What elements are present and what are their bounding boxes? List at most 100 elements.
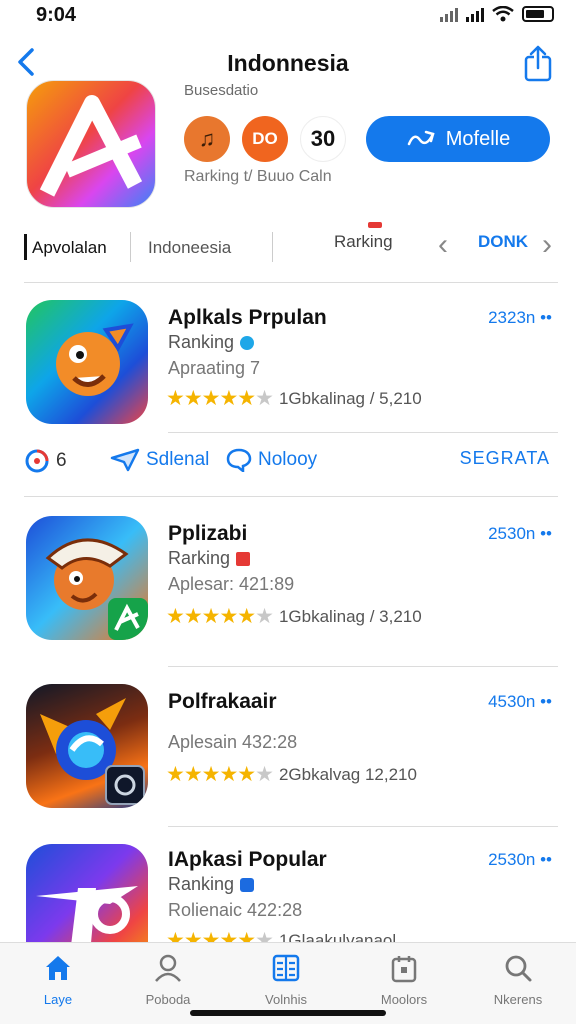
app-icon[interactable] (26, 300, 148, 424)
chat-bubble-icon (226, 448, 252, 472)
badge-icon (240, 877, 255, 892)
tab-ranking[interactable]: Rarking (334, 232, 393, 252)
signal-icon (440, 6, 458, 22)
rating-text: 1Gbkalinag / 5,210 (278, 388, 422, 408)
action-row: 6 Sdlenal Nolooy SEGRATA (0, 442, 576, 482)
home-indicator (190, 1010, 386, 1016)
app-name: Pplizabi (168, 522, 248, 545)
app-meta: Rolienaic 422:28 (168, 900, 303, 920)
app-category: Rarking (168, 548, 251, 569)
rating: ★★★★★★ 1Gbkalinag / 5,210 (166, 386, 422, 411)
app-icon[interactable] (26, 684, 148, 808)
tab-bar-label: Laye (43, 992, 73, 1007)
status-bar: 9:04 (0, 0, 576, 34)
discuss-label: Nolooy (258, 449, 318, 470)
rating-text: 2Gbkalvag 12,210 (278, 764, 417, 784)
divider (168, 432, 558, 433)
divider (168, 826, 558, 827)
star-rating-icon: ★★★★★★ (166, 605, 274, 628)
wifi-icon (492, 6, 514, 22)
app-name: Aplkals Prpulan (168, 306, 327, 329)
chevron-right-icon[interactable]: › (542, 228, 552, 262)
verified-icon (240, 335, 255, 350)
app-name: IApkasi Popular (168, 848, 327, 871)
app-icon[interactable] (26, 516, 148, 640)
status-icons (440, 6, 554, 22)
music-badge-icon[interactable]: ♫ (184, 116, 230, 162)
tab-apvolalan[interactable]: Apvolalan (32, 238, 107, 258)
star-rating-icon: ★★★★★★ (166, 929, 274, 942)
app-category-label: Ranking (168, 874, 235, 894)
tab-bar-item-moolors[interactable]: Moolors (354, 953, 454, 1007)
tab-bar-item-nkerens[interactable]: Nkerens (468, 953, 568, 1007)
app-category: Ranking (168, 332, 255, 353)
tab-bar-item-poboda[interactable]: Poboda (118, 953, 218, 1007)
battery-icon (522, 6, 554, 22)
primary-action-button[interactable]: Mofelle (366, 116, 550, 162)
divider (24, 496, 558, 497)
home-icon (46, 956, 70, 980)
primary-action-label: Mofelle (445, 127, 511, 150)
send-icon (110, 448, 140, 472)
game-emblem-icon (40, 698, 145, 805)
tab-divider (272, 232, 273, 262)
rating-text: 1Glaakulvanaol (278, 930, 397, 943)
ring-icon (25, 449, 49, 473)
tab-notification-dot (368, 222, 382, 228)
tab-bar-item-volnhis[interactable]: Volnhis (236, 953, 336, 1007)
share-action[interactable]: Sdlenal (110, 448, 209, 472)
tab-active-indicator (24, 234, 27, 260)
app-logo-icon (39, 95, 143, 197)
share-icon[interactable] (522, 44, 554, 82)
rating: ★★★★★★ 1Glaakulvanaol (166, 928, 396, 942)
featured-badges: ♫ DO 30 (184, 116, 346, 162)
app-size: 2530n •• (488, 850, 552, 869)
app-meta: Aplesar: 421:89 (168, 574, 295, 594)
badge-icon (236, 551, 251, 566)
more-action-link[interactable]: SEGRATA (460, 448, 550, 469)
app-icon[interactable] (26, 844, 148, 942)
search-icon (505, 955, 532, 982)
list-item[interactable]: IApkasi Popular Ranking Rolienaic 422:28… (0, 842, 576, 942)
app-size: 2530n •• (488, 524, 552, 543)
featured-app-icon[interactable] (26, 80, 156, 208)
tab-bar-item-laye[interactable]: Laye (8, 953, 108, 1007)
list-grid-icon (272, 954, 300, 982)
do-badge[interactable]: DO (242, 116, 288, 162)
count-action[interactable]: 6 (24, 448, 67, 474)
share-label: Sdlenal (146, 449, 210, 470)
featured-caption: Rarking t/ Buuo Caln (184, 168, 332, 185)
app-logo-icon (36, 886, 138, 942)
app-category-label: Rarking (168, 548, 231, 568)
list-item[interactable]: Polfrakaair Aplesain 432:28 ★★★★★★ 2Gbka… (0, 682, 576, 822)
star-rating-icon: ★★★★★★ (166, 387, 274, 410)
chevron-left-icon[interactable]: ‹ (438, 228, 448, 262)
app-meta: Apraating 7 (168, 358, 261, 378)
count-label: 6 (56, 450, 67, 471)
discuss-action[interactable]: Nolooy (226, 448, 317, 472)
tab-donk[interactable]: DONK (478, 232, 528, 252)
status-time: 9:04 (36, 4, 77, 26)
app-category: Ranking (168, 874, 255, 895)
list-item[interactable]: Pplizabi Rarking Aplesar: 421:89 ★★★★★★ … (0, 514, 576, 654)
signal-bars-icon (466, 6, 484, 22)
tab-bar-label: Volnhis (265, 992, 307, 1007)
mascot-icon (56, 323, 134, 396)
list-item[interactable]: Aplkals Prpulan Ranking Apraating 7 ★★★★… (0, 298, 576, 438)
app-size: 4530n •• (488, 692, 552, 711)
page-title: Indonnesia (227, 50, 349, 76)
tab-bar-label: Poboda (145, 992, 191, 1007)
tab-divider (130, 232, 131, 262)
tab-bar-label: Nkerens (493, 992, 543, 1007)
calendar-icon (391, 956, 417, 983)
divider (168, 666, 558, 667)
mascot-icon (45, 538, 148, 640)
tab-indoneesia[interactable]: Indoneesia (148, 238, 231, 258)
segment-tabs: Apvolalan Indoneesia Rarking ‹ DONK › (0, 222, 576, 270)
count-badge[interactable]: 30 (300, 116, 346, 162)
rating: ★★★★★★ 1Gbkalinag / 3,210 (166, 604, 422, 629)
app-size: 2323n •• (488, 308, 552, 327)
rating-text: 1Gbkalinag / 3,210 (278, 606, 422, 626)
app-meta: Aplesain 432:28 (168, 732, 298, 752)
app-name: Polfrakaair (168, 690, 277, 713)
